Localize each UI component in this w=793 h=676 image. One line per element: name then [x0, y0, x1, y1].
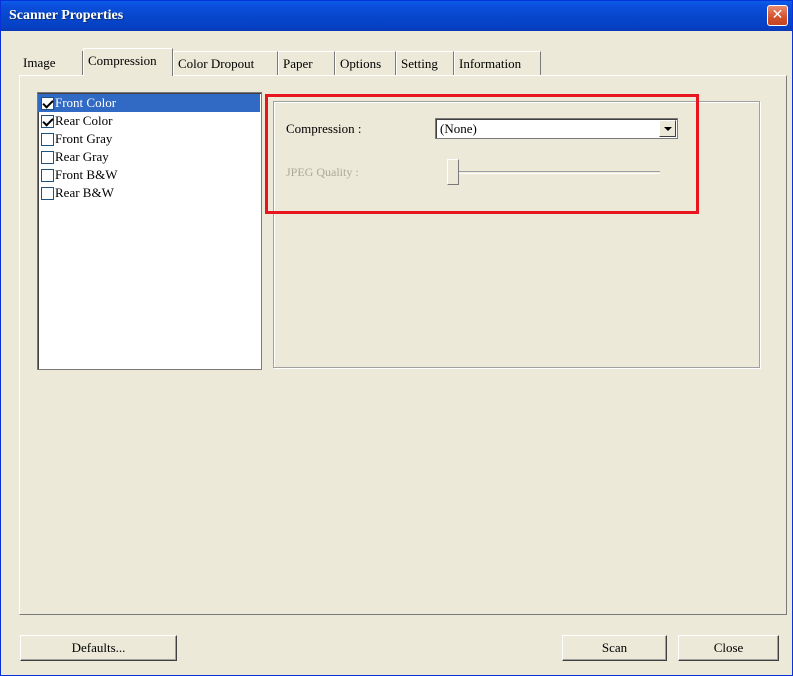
- list-item-rear-bw[interactable]: Rear B&W: [38, 184, 261, 202]
- highlight-box: [265, 94, 699, 214]
- close-window-button[interactable]: ✕: [767, 5, 788, 26]
- tab-color-dropout[interactable]: Color Dropout: [173, 51, 278, 75]
- list-item-label: Rear Gray: [55, 149, 109, 164]
- tab-paper[interactable]: Paper: [278, 51, 335, 75]
- list-item-label: Front Gray: [55, 131, 113, 146]
- checkbox[interactable]: [41, 132, 54, 146]
- list-item-rear-color[interactable]: Rear Color: [38, 112, 261, 130]
- tab-setting[interactable]: Setting: [396, 51, 454, 75]
- tab-compression[interactable]: Compression: [83, 48, 173, 76]
- tab-image[interactable]: Image: [19, 51, 83, 75]
- window-title: Scanner Properties: [9, 8, 124, 23]
- image-type-list[interactable]: Front Color Rear Color Front Gray Rear G…: [37, 92, 262, 370]
- list-item-label: Front B&W: [55, 167, 118, 182]
- checkbox[interactable]: [41, 96, 54, 110]
- tab-options[interactable]: Options: [335, 51, 396, 75]
- close-icon: ✕: [771, 7, 784, 23]
- checkbox[interactable]: [41, 168, 54, 182]
- list-item-label: Rear Color: [55, 113, 113, 128]
- title-bar[interactable]: Scanner Properties ✕: [1, 1, 792, 31]
- scan-button[interactable]: Scan: [562, 635, 667, 661]
- list-item-front-color[interactable]: Front Color: [38, 94, 260, 112]
- close-button[interactable]: Close: [678, 635, 779, 661]
- list-item-front-gray[interactable]: Front Gray: [38, 130, 261, 148]
- checkbox[interactable]: [41, 114, 54, 128]
- tab-information[interactable]: Information: [454, 51, 541, 75]
- defaults-button[interactable]: Defaults...: [20, 635, 177, 661]
- checkbox[interactable]: [41, 186, 54, 200]
- scanner-properties-window: Scanner Properties ✕ Image Compression C…: [0, 0, 793, 676]
- checkbox[interactable]: [41, 150, 54, 164]
- list-item-label: Front Color: [55, 95, 117, 110]
- list-item-front-bw[interactable]: Front B&W: [38, 166, 261, 184]
- list-item-rear-gray[interactable]: Rear Gray: [38, 148, 261, 166]
- list-item-label: Rear B&W: [55, 185, 114, 200]
